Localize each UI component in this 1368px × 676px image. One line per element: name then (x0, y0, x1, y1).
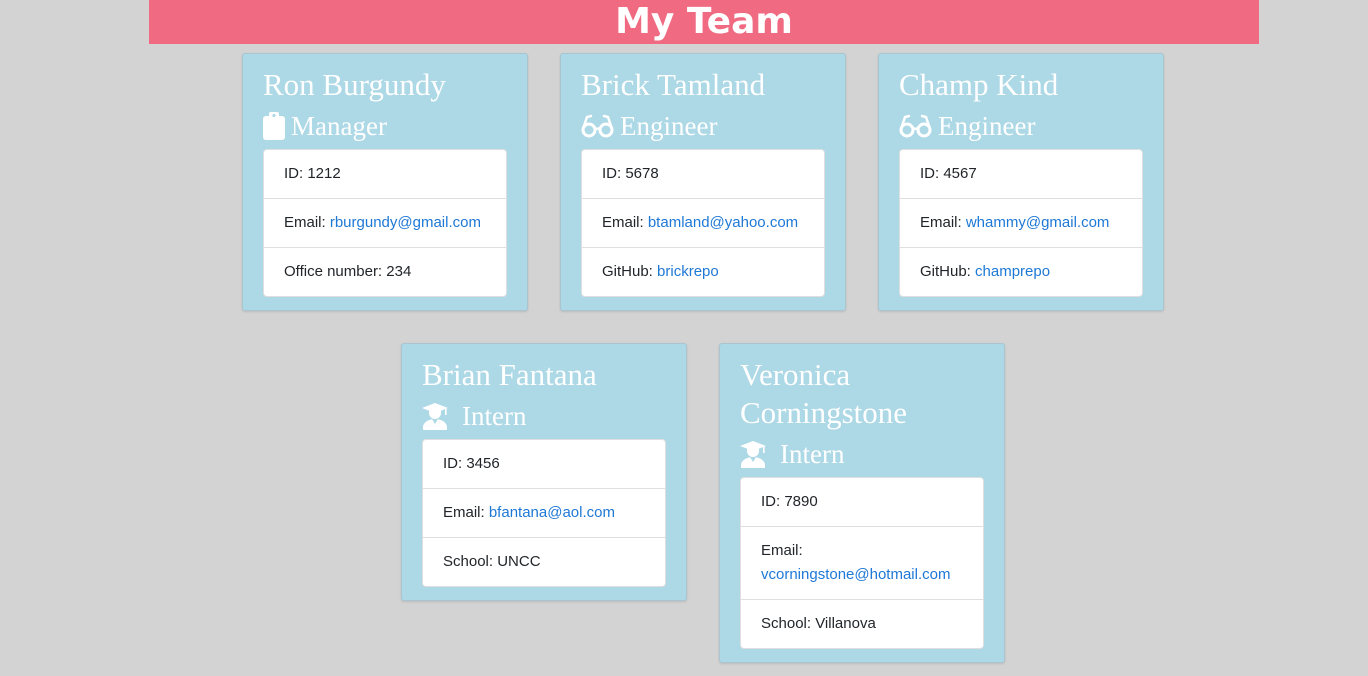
employee-role: Intern (740, 435, 984, 473)
id-value: 7890 (784, 493, 818, 510)
employee-name: Brian Fantana (422, 357, 597, 392)
id-value: 1212 (307, 165, 341, 182)
id-row: ID: 1212 (264, 150, 506, 198)
email-row: Email: whammy@gmail.com (900, 198, 1142, 247)
school-value: UNCC (497, 553, 541, 570)
school-value: Villanova (815, 615, 876, 632)
role-label: Intern (780, 439, 845, 469)
employee-card-engineer: Champ Kind Engineer ID: 4567 Email: wham… (878, 53, 1164, 311)
school-row: School: UNCC (423, 537, 665, 586)
email-row: Email: bfantana@aol.com (423, 488, 665, 537)
email-label: Email: (761, 542, 803, 559)
email-link[interactable]: btamland@yahoo.com (648, 214, 798, 231)
employee-card-intern: Veronica Corningstone Intern ID: 7890 Em… (719, 343, 1005, 663)
id-value: 4567 (943, 165, 977, 182)
email-row: Email: rburgundy@gmail.com (264, 198, 506, 247)
role-label: Engineer (938, 111, 1036, 141)
employee-card-engineer: Brick Tamland Engineer ID: 5678 Email: b… (560, 53, 846, 311)
email-label: Email: (602, 214, 648, 231)
id-label: ID: (284, 165, 308, 182)
id-label: ID: (602, 165, 626, 182)
employee-details: ID: 1212 Email: rburgundy@gmail.com Offi… (263, 149, 507, 297)
employee-details: ID: 3456 Email: bfantana@aol.com School:… (422, 439, 666, 587)
github-label: GitHub: (602, 263, 658, 280)
github-row: GitHub: champrepo (900, 247, 1142, 296)
id-row: ID: 4567 (900, 150, 1142, 198)
graduate-icon (740, 440, 766, 468)
id-value: 3456 (466, 455, 500, 472)
employee-details: ID: 5678 Email: btamland@yahoo.com GitHu… (581, 149, 825, 297)
github-label: GitHub: (920, 263, 976, 280)
glasses-icon (581, 114, 614, 138)
school-label: School: (443, 553, 498, 570)
school-label: School: (761, 615, 816, 632)
email-link[interactable]: vcorningstone@hotmail.com (761, 566, 950, 583)
graduate-icon (422, 402, 448, 430)
id-value: 5678 (625, 165, 659, 182)
employee-role: Manager (263, 107, 507, 145)
role-label: Manager (291, 111, 387, 141)
github-link[interactable]: brickrepo (657, 263, 719, 280)
employee-role: Intern (422, 397, 666, 435)
email-link[interactable]: rburgundy@gmail.com (330, 214, 481, 231)
employee-name: Champ Kind (899, 67, 1059, 102)
employee-details: ID: 4567 Email: whammy@gmail.com GitHub:… (899, 149, 1143, 297)
role-label: Intern (462, 401, 527, 431)
email-label: Email: (443, 504, 489, 521)
role-label: Engineer (620, 111, 718, 141)
school-row: School: Villanova (741, 599, 983, 648)
employee-name: Ron Burgundy (263, 67, 446, 102)
id-label: ID: (920, 165, 944, 182)
email-link[interactable]: whammy@gmail.com (966, 214, 1110, 231)
email-label: Email: (920, 214, 966, 231)
employee-name: Brick Tamland (581, 67, 766, 102)
github-row: GitHub: brickrepo (582, 247, 824, 296)
email-row: Email: vcorningstone@hotmail.com (741, 526, 983, 599)
employee-role: Engineer (581, 107, 825, 145)
employee-name: Veronica Corningstone (740, 357, 908, 430)
employee-role: Engineer (899, 107, 1143, 145)
office-number-label: Office number: (284, 263, 387, 280)
page-title: My Team (149, 0, 1259, 44)
id-label: ID: (443, 455, 467, 472)
clipboard-icon (263, 112, 285, 140)
email-label: Email: (284, 214, 330, 231)
employee-details: ID: 7890 Email: vcorningstone@hotmail.co… (740, 477, 984, 649)
email-row: Email: btamland@yahoo.com (582, 198, 824, 247)
id-row: ID: 7890 (741, 478, 983, 526)
id-row: ID: 5678 (582, 150, 824, 198)
office-number-row: Office number: 234 (264, 247, 506, 296)
id-row: ID: 3456 (423, 440, 665, 488)
github-link[interactable]: champrepo (975, 263, 1050, 280)
office-number-value: 234 (386, 263, 412, 280)
glasses-icon (899, 114, 932, 138)
email-link[interactable]: bfantana@aol.com (489, 504, 615, 521)
id-label: ID: (761, 493, 785, 510)
employee-card-manager: Ron Burgundy Manager ID: 1212 Email: rbu… (242, 53, 528, 311)
employee-card-intern: Brian Fantana Intern ID: 3456 Email: bfa… (401, 343, 687, 601)
